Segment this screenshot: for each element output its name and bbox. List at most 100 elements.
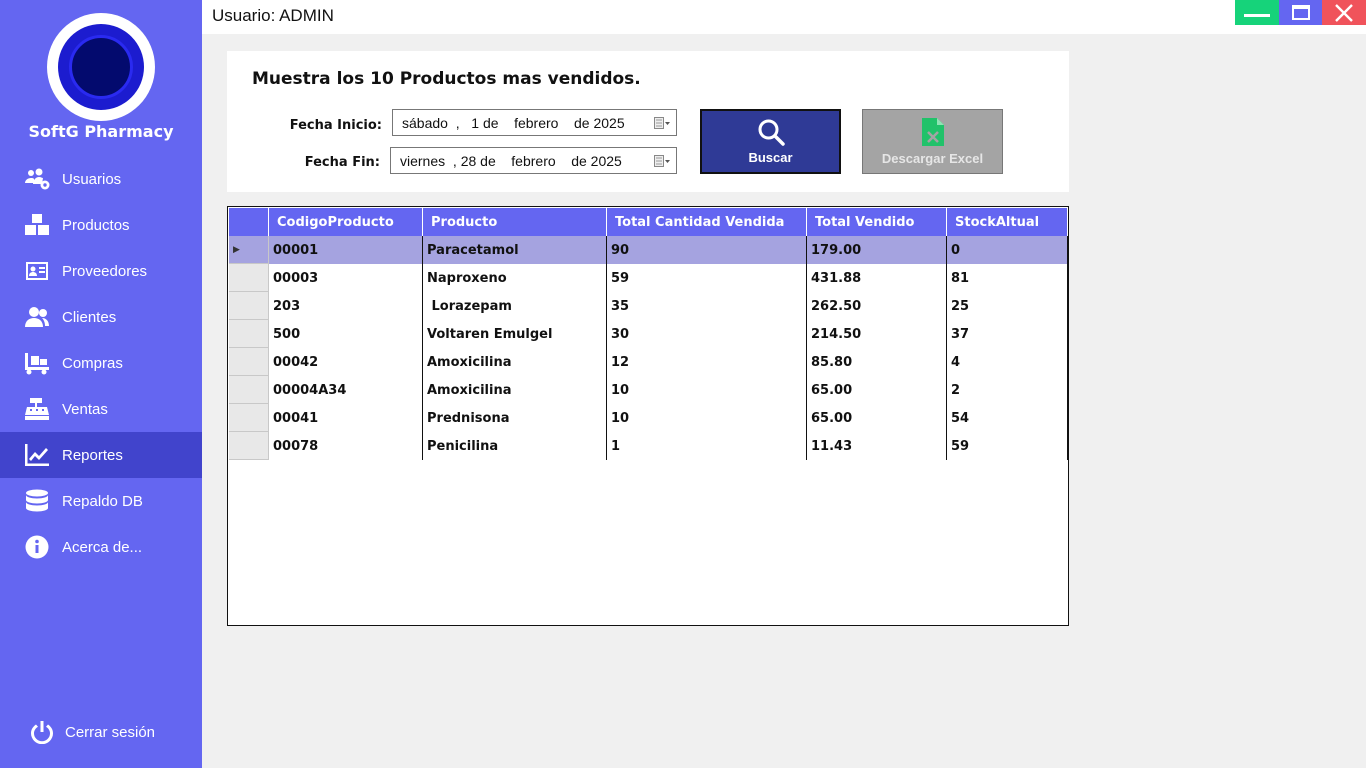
cell-stock[interactable]: 59 bbox=[947, 432, 1068, 460]
sidebar-item-label: Compras bbox=[62, 354, 123, 372]
sidebar-item-clientes[interactable]: Clientes bbox=[0, 294, 202, 340]
cell-producto[interactable]: Voltaren Emulgel bbox=[423, 320, 607, 348]
minimize-button[interactable] bbox=[1235, 0, 1279, 25]
table-row[interactable]: 203 Lorazepam 35 262.50 25 bbox=[229, 292, 1068, 320]
table-row[interactable]: 00078 Penicilina 1 11.43 59 bbox=[229, 432, 1068, 460]
cell-total[interactable]: 11.43 bbox=[807, 432, 947, 460]
cell-producto[interactable]: Prednisona bbox=[423, 404, 607, 432]
logout-button[interactable]: Cerrar sesión bbox=[28, 720, 155, 744]
table-row[interactable]: 00042 Amoxicilina 12 85.80 4 bbox=[229, 348, 1068, 376]
row-header[interactable] bbox=[229, 432, 269, 460]
row-header[interactable] bbox=[229, 348, 269, 376]
table-row[interactable]: ▶ 00001 Paracetamol 90 179.00 0 bbox=[229, 236, 1068, 264]
sidebar-item-label: Proveedores bbox=[62, 262, 148, 280]
row-header[interactable]: ▶ bbox=[229, 236, 269, 264]
cell-codigo[interactable]: 00001 bbox=[269, 236, 423, 264]
minimize-icon bbox=[1244, 14, 1270, 17]
grid-header-row: CodigoProducto Producto Total Cantidad V… bbox=[229, 208, 1068, 236]
cell-cantidad[interactable]: 90 bbox=[607, 236, 807, 264]
cell-producto[interactable]: Naproxeno bbox=[423, 264, 607, 292]
search-icon bbox=[758, 119, 785, 146]
cell-stock[interactable]: 54 bbox=[947, 404, 1068, 432]
cell-stock[interactable]: 4 bbox=[947, 348, 1068, 376]
cell-cantidad[interactable]: 35 bbox=[607, 292, 807, 320]
table-row[interactable]: 500 Voltaren Emulgel 30 214.50 37 bbox=[229, 320, 1068, 348]
start-date-value: sábado , 1 de febrero de 2025 bbox=[402, 114, 625, 131]
end-date-picker[interactable]: viernes , 28 de febrero de 2025 bbox=[390, 147, 677, 174]
column-header-total[interactable]: Total Vendido bbox=[807, 208, 947, 236]
cell-codigo[interactable]: 00042 bbox=[269, 348, 423, 376]
top-products-grid[interactable]: CodigoProducto Producto Total Cantidad V… bbox=[227, 206, 1069, 626]
cell-cantidad[interactable]: 59 bbox=[607, 264, 807, 292]
cell-codigo[interactable]: 00003 bbox=[269, 264, 423, 292]
download-excel-button[interactable]: Descargar Excel bbox=[862, 109, 1003, 174]
cell-producto[interactable]: Lorazepam bbox=[423, 292, 607, 320]
row-header[interactable] bbox=[229, 320, 269, 348]
brand-name: SoftG Pharmacy bbox=[28, 122, 174, 141]
table-row[interactable]: 00003 Naproxeno 59 431.88 81 bbox=[229, 264, 1068, 292]
sidebar-nav: Usuarios Productos Proveedores Clientes … bbox=[0, 156, 202, 570]
table-row[interactable]: 00004A34 Amoxicilina 10 65.00 2 bbox=[229, 376, 1068, 404]
sidebar-item-acerca-de[interactable]: Acerca de... bbox=[0, 524, 202, 570]
maximize-button[interactable] bbox=[1279, 0, 1323, 25]
sidebar-item-proveedores[interactable]: Proveedores bbox=[0, 248, 202, 294]
cell-stock[interactable]: 37 bbox=[947, 320, 1068, 348]
column-header-producto[interactable]: Producto bbox=[423, 208, 607, 236]
start-date-picker[interactable]: sábado , 1 de febrero de 2025 bbox=[392, 109, 677, 136]
cell-codigo[interactable]: 00078 bbox=[269, 432, 423, 460]
close-button[interactable] bbox=[1322, 0, 1366, 25]
cell-cantidad[interactable]: 10 bbox=[607, 376, 807, 404]
cell-total[interactable]: 85.80 bbox=[807, 348, 947, 376]
cell-total[interactable]: 179.00 bbox=[807, 236, 947, 264]
cell-cantidad[interactable]: 10 bbox=[607, 404, 807, 432]
top-bar: Usuario: ADMIN bbox=[202, 0, 1366, 34]
calendar-dropdown-icon[interactable] bbox=[654, 116, 670, 130]
cell-codigo[interactable]: 500 bbox=[269, 320, 423, 348]
search-button-label: Buscar bbox=[748, 150, 793, 165]
search-button[interactable]: Buscar bbox=[700, 109, 841, 174]
column-header-cantidad[interactable]: Total Cantidad Vendida bbox=[607, 208, 807, 236]
sidebar-item-reportes[interactable]: Reportes bbox=[0, 432, 202, 478]
row-header[interactable] bbox=[229, 376, 269, 404]
row-header[interactable] bbox=[229, 264, 269, 292]
cell-stock[interactable]: 81 bbox=[947, 264, 1068, 292]
filter-panel: Muestra los 10 Productos mas vendidos. F… bbox=[227, 51, 1069, 192]
cell-stock[interactable]: 0 bbox=[947, 236, 1068, 264]
cell-producto[interactable]: Amoxicilina bbox=[423, 376, 607, 404]
sidebar-item-ventas[interactable]: Ventas bbox=[0, 386, 202, 432]
cell-total[interactable]: 65.00 bbox=[807, 376, 947, 404]
sidebar-item-usuarios[interactable]: Usuarios bbox=[0, 156, 202, 202]
sidebar: SoftG Pharmacy Usuarios Productos Provee… bbox=[0, 0, 202, 768]
row-header[interactable] bbox=[229, 404, 269, 432]
cell-total[interactable]: 65.00 bbox=[807, 404, 947, 432]
grid-corner-header bbox=[229, 208, 269, 236]
sidebar-item-compras[interactable]: Compras bbox=[0, 340, 202, 386]
cell-codigo[interactable]: 00041 bbox=[269, 404, 423, 432]
sidebar-item-productos[interactable]: Productos bbox=[0, 202, 202, 248]
close-icon bbox=[1335, 3, 1353, 22]
cell-cantidad[interactable]: 1 bbox=[607, 432, 807, 460]
download-excel-label: Descargar Excel bbox=[881, 151, 984, 166]
sidebar-item-label: Repaldo DB bbox=[62, 492, 143, 510]
cell-total[interactable]: 431.88 bbox=[807, 264, 947, 292]
cell-total[interactable]: 262.50 bbox=[807, 292, 947, 320]
cell-producto[interactable]: Amoxicilina bbox=[423, 348, 607, 376]
table-row[interactable]: 00041 Prednisona 10 65.00 54 bbox=[229, 404, 1068, 432]
sidebar-item-repaldo-db[interactable]: Repaldo DB bbox=[0, 478, 202, 524]
cell-codigo[interactable]: 203 bbox=[269, 292, 423, 320]
cell-producto[interactable]: Penicilina bbox=[423, 432, 607, 460]
info-icon bbox=[23, 535, 50, 559]
current-row-indicator-icon: ▶ bbox=[233, 244, 240, 254]
cell-stock[interactable]: 25 bbox=[947, 292, 1068, 320]
page-title: Muestra los 10 Productos mas vendidos. bbox=[252, 69, 641, 89]
cell-cantidad[interactable]: 12 bbox=[607, 348, 807, 376]
cell-cantidad[interactable]: 30 bbox=[607, 320, 807, 348]
cell-total[interactable]: 214.50 bbox=[807, 320, 947, 348]
row-header[interactable] bbox=[229, 292, 269, 320]
column-header-codigo[interactable]: CodigoProducto bbox=[269, 208, 423, 236]
cell-stock[interactable]: 2 bbox=[947, 376, 1068, 404]
calendar-dropdown-icon[interactable] bbox=[654, 154, 670, 168]
cell-codigo[interactable]: 00004A34 bbox=[269, 376, 423, 404]
cell-producto[interactable]: Paracetamol bbox=[423, 236, 607, 264]
column-header-stock[interactable]: StockAltual bbox=[947, 208, 1068, 236]
